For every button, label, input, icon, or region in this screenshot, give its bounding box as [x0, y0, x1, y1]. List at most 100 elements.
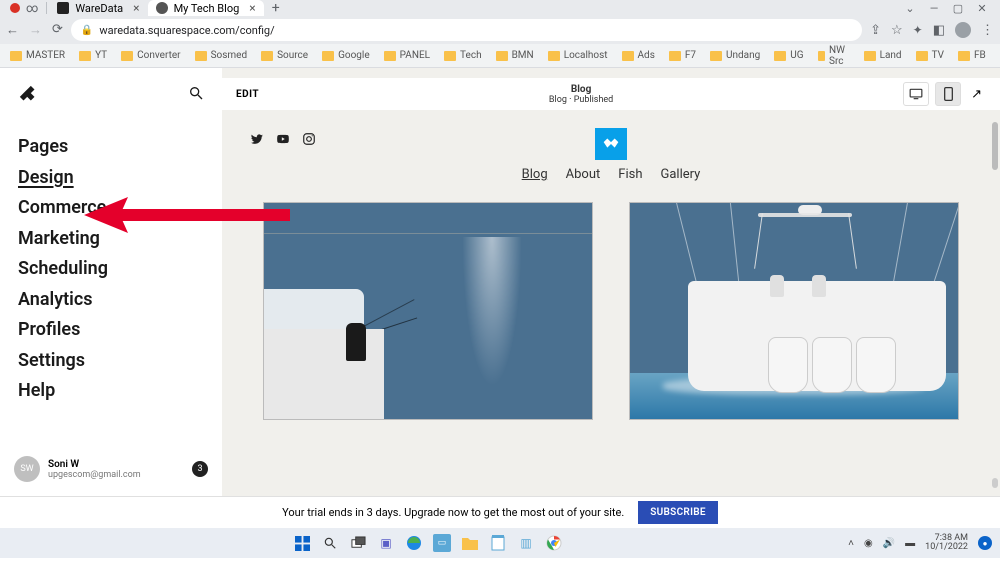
status-value: Published: [574, 95, 614, 105]
blog-post-image[interactable]: [629, 202, 959, 420]
infinity-icon: ∞: [26, 1, 38, 15]
bookmark-item[interactable]: TV: [916, 50, 944, 61]
sidebar-nav: Pages Design Commerce Marketing Scheduling An…: [0, 126, 222, 421]
sidebar-item-analytics[interactable]: Analytics: [18, 289, 204, 312]
bookmark-item[interactable]: UG: [774, 50, 803, 61]
site-nav-item[interactable]: About: [566, 167, 601, 182]
scrollbar-thumb[interactable]: [992, 122, 998, 170]
bookmark-item[interactable]: PANEL: [384, 50, 430, 61]
tab-row: ∞ WareData × My Tech Blog × + ⌄ — ▢ ✕: [0, 0, 1000, 16]
close-icon[interactable]: ×: [249, 1, 255, 15]
subscribe-button[interactable]: SUBSCRIBE: [638, 501, 718, 524]
sidebar-item-scheduling[interactable]: Scheduling: [18, 258, 204, 281]
sidebar-footer[interactable]: SW Soni W upgescom@gmail.com 3: [0, 446, 222, 496]
side-panel-icon[interactable]: ◧: [933, 23, 945, 38]
app-icon[interactable]: ▭: [433, 534, 451, 552]
device-toggle: ↗: [903, 82, 986, 106]
sidebar-item-design[interactable]: Design: [18, 167, 204, 190]
bookmark-item[interactable]: Converter: [121, 50, 180, 61]
nav-buttons: ← → ⟳: [6, 22, 63, 38]
edge-icon[interactable]: [405, 534, 423, 552]
bookmark-item[interactable]: Sosmed: [195, 50, 248, 61]
bookmark-label: F7: [685, 50, 696, 61]
desktop-view-button[interactable]: [903, 82, 929, 106]
site-preview[interactable]: Blog About Fish Gallery: [222, 110, 1000, 496]
user-name: Soni W: [48, 459, 141, 470]
squarespace-logo-icon[interactable]: [18, 84, 40, 106]
window-controls: ⌄ — ▢ ✕: [896, 2, 996, 15]
close-button[interactable]: ✕: [976, 2, 988, 15]
notifications-icon[interactable]: ●: [978, 536, 992, 550]
share-icon[interactable]: ⇪: [870, 23, 881, 38]
page-title: Blog: [259, 84, 903, 95]
bookmark-label: NW Src: [829, 45, 850, 67]
mobile-view-button[interactable]: [935, 82, 961, 106]
address-bar[interactable]: 🔒 waredata.squarespace.com/config/: [71, 19, 862, 41]
chevron-down-icon[interactable]: ⌄: [904, 2, 916, 15]
bookmark-item[interactable]: YT: [79, 50, 107, 61]
volume-icon[interactable]: 🔊: [883, 538, 895, 549]
explorer-icon[interactable]: [461, 534, 479, 552]
notepad-icon[interactable]: [489, 534, 507, 552]
blog-post-image[interactable]: [263, 202, 593, 420]
folder-icon: [384, 51, 396, 61]
profile-avatar-icon[interactable]: [955, 22, 971, 38]
site-nav-item[interactable]: Blog: [522, 167, 548, 182]
bookmark-item[interactable]: Ads: [622, 50, 655, 61]
site-nav-item[interactable]: Fish: [618, 167, 642, 182]
maximize-button[interactable]: ▢: [952, 2, 964, 15]
folder-icon: [121, 51, 133, 61]
bookmark-item[interactable]: Google: [322, 50, 370, 61]
sidebar-item-help[interactable]: Help: [18, 380, 204, 403]
bookmark-item[interactable]: Source: [261, 50, 308, 61]
app-icon[interactable]: ▥: [517, 534, 535, 552]
sidebar-item-marketing[interactable]: Marketing: [18, 228, 204, 251]
battery-icon[interactable]: ▬: [905, 538, 915, 549]
clock[interactable]: 7:38 AM 10/1/2022: [925, 534, 968, 552]
start-icon[interactable]: [293, 534, 311, 552]
minimize-button[interactable]: —: [928, 2, 940, 15]
bookmark-item[interactable]: Undang: [710, 50, 760, 61]
forward-button[interactable]: →: [29, 22, 42, 38]
instagram-icon[interactable]: [302, 132, 316, 149]
close-icon[interactable]: ×: [133, 1, 139, 15]
tray-chevron-icon[interactable]: ˄: [848, 538, 854, 549]
sidebar-item-pages[interactable]: Pages: [18, 136, 204, 159]
bookmark-item[interactable]: Localhost: [548, 50, 608, 61]
chrome-icon[interactable]: [545, 534, 563, 552]
bookmark-item[interactable]: F7: [669, 50, 696, 61]
kebab-menu-icon[interactable]: ⋮: [981, 23, 994, 38]
youtube-icon[interactable]: [276, 132, 290, 149]
bookmark-item[interactable]: MASTER: [10, 50, 65, 61]
bookmark-item[interactable]: BMN: [496, 50, 534, 61]
bookmark-label: Ads: [638, 50, 655, 61]
folder-icon: [10, 51, 22, 61]
search-icon[interactable]: [321, 534, 339, 552]
sidebar-item-commerce[interactable]: Commerce: [18, 197, 204, 220]
bookmark-item[interactable]: NW Src: [818, 45, 850, 67]
edit-button[interactable]: EDIT: [236, 89, 259, 100]
search-icon[interactable]: [188, 85, 204, 105]
reload-button[interactable]: ⟳: [52, 22, 63, 38]
new-tab-button[interactable]: +: [264, 0, 288, 16]
twitter-icon[interactable]: [250, 132, 264, 149]
bookmark-item[interactable]: FB: [958, 50, 986, 61]
star-icon[interactable]: ☆: [891, 23, 903, 38]
open-external-icon[interactable]: ↗: [967, 87, 986, 102]
sidebar-item-profiles[interactable]: Profiles: [18, 319, 204, 342]
folder-icon: [261, 51, 273, 61]
sidebar-item-settings[interactable]: Settings: [18, 350, 204, 373]
wifi-icon[interactable]: ◉: [864, 538, 873, 549]
browser-tab[interactable]: My Tech Blog ×: [148, 0, 264, 16]
back-button[interactable]: ←: [6, 22, 19, 38]
extensions-icon[interactable]: ✦: [913, 23, 923, 37]
site-nav-item[interactable]: Gallery: [661, 167, 701, 182]
notification-badge[interactable]: 3: [192, 461, 208, 477]
bookmark-item[interactable]: Land: [864, 50, 902, 61]
task-view-icon[interactable]: [349, 534, 367, 552]
browser-tab[interactable]: WareData ×: [49, 0, 147, 16]
scrollbar-down-icon[interactable]: [992, 478, 998, 488]
address-actions: ⇪ ☆ ✦ ◧ ⋮: [870, 22, 994, 38]
chat-icon[interactable]: ▣: [377, 534, 395, 552]
bookmark-item[interactable]: Tech: [444, 50, 482, 61]
